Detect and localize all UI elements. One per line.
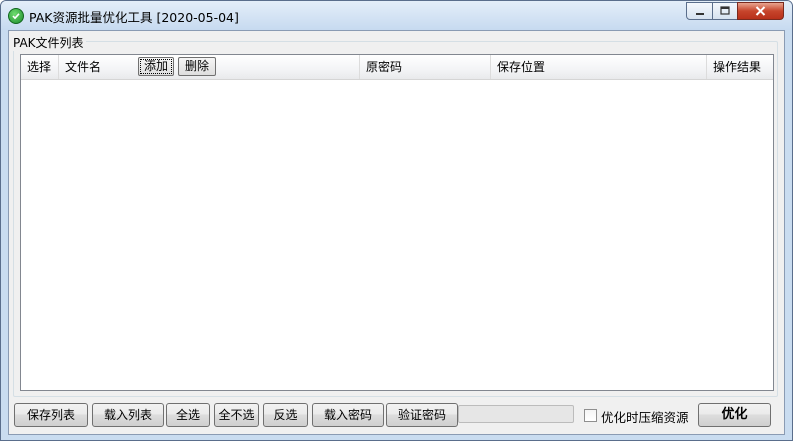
minimize-button[interactable] — [686, 2, 713, 20]
verify-password-button[interactable]: 验证密码 — [386, 403, 458, 427]
add-file-button[interactable]: 添加 — [138, 57, 174, 76]
load-list-button[interactable]: 载入列表 — [92, 403, 164, 427]
bottom-toolbar: 保存列表 载入列表 全选 全不选 反选 载入密码 验证密码 优化时压缩资源 优化 — [9, 403, 786, 429]
column-filename-label: 文件名 — [65, 60, 102, 74]
pak-file-list[interactable]: 选择 文件名 添加 删除 原密码 保存位置 操作结果 — [20, 54, 774, 391]
client-area: PAK文件列表 选择 文件名 添加 删除 原密码 保存位置 操作结果 保存列表 … — [8, 30, 785, 435]
window-title: PAK资源批量优化工具 [2020-05-04] — [29, 10, 239, 25]
progress-bar — [458, 405, 574, 423]
column-original-password[interactable]: 原密码 — [360, 55, 491, 79]
compress-checkbox-label: 优化时压缩资源 — [601, 410, 689, 425]
minimize-icon — [687, 3, 712, 19]
column-result[interactable]: 操作结果 — [707, 55, 773, 79]
close-icon — [738, 3, 783, 19]
compress-checkbox[interactable] — [584, 409, 597, 422]
load-password-button[interactable]: 载入密码 — [312, 403, 384, 427]
maximize-icon — [713, 3, 737, 19]
select-none-button[interactable]: 全不选 — [214, 403, 259, 427]
group-label: PAK文件列表 — [13, 34, 86, 51]
optimize-button[interactable]: 优化 — [698, 403, 771, 427]
delete-file-button[interactable]: 删除 — [178, 57, 216, 76]
save-list-button[interactable]: 保存列表 — [14, 403, 88, 427]
list-header: 选择 文件名 添加 删除 原密码 保存位置 操作结果 — [21, 55, 773, 80]
column-select[interactable]: 选择 — [21, 55, 59, 79]
maximize-button[interactable] — [712, 2, 738, 20]
title-bar[interactable]: PAK资源批量优化工具 [2020-05-04] — [1, 1, 792, 30]
app-window: PAK资源批量优化工具 [2020-05-04] PAK文件列表 选择 文件名 — [0, 0, 793, 441]
close-button[interactable] — [737, 2, 784, 20]
column-save-location[interactable]: 保存位置 — [491, 55, 707, 79]
invert-selection-button[interactable]: 反选 — [263, 403, 308, 427]
select-all-button[interactable]: 全选 — [166, 403, 210, 427]
check-shield-icon — [8, 8, 24, 24]
